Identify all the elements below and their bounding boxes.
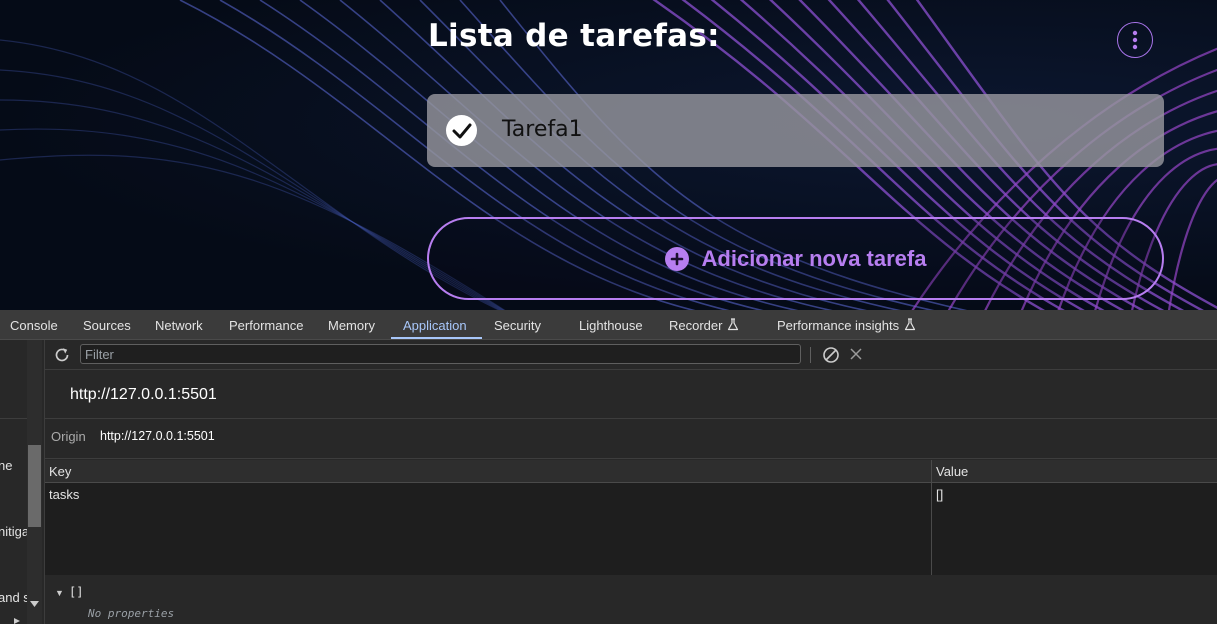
column-header-key[interactable]: Key — [49, 464, 71, 479]
tab-lighthouse[interactable]: Lighthouse — [579, 310, 643, 340]
tab-memory[interactable]: Memory — [328, 310, 375, 340]
menu-button[interactable] — [1117, 22, 1153, 58]
tab-recorder[interactable]: Recorder — [669, 310, 739, 340]
add-task-label: Adicionar nova tarefa — [701, 245, 927, 271]
storage-toolbar — [45, 340, 1217, 370]
cell-key[interactable]: tasks — [49, 487, 79, 502]
column-divider[interactable] — [931, 460, 932, 575]
value-preview: ▼ [] No properties — [45, 575, 1217, 624]
flask-icon — [728, 318, 739, 331]
tab-console[interactable]: Console — [10, 310, 58, 340]
storage-viewer: http://127.0.0.1:5501 Origin http://127.… — [45, 340, 1217, 624]
tab-performance[interactable]: Performance — [229, 310, 303, 340]
tab-recorder-label: Recorder — [669, 318, 723, 333]
sidebar-item-fragment[interactable]: ne — [0, 458, 12, 473]
todo-page: Lista de tarefas: Tarefa1 Adicionar nova… — [0, 0, 1217, 310]
tab-security[interactable]: Security — [494, 310, 541, 340]
check-icon — [452, 123, 471, 138]
refresh-icon[interactable] — [53, 346, 71, 364]
clear-all-icon[interactable] — [822, 346, 840, 364]
tab-sources[interactable]: Sources — [83, 310, 131, 340]
task-checkbox[interactable] — [446, 115, 477, 146]
expand-triangle-icon[interactable]: ▼ — [55, 588, 64, 598]
origin-label: Origin — [51, 429, 86, 444]
tab-performance-insights[interactable]: Performance insights — [777, 310, 916, 340]
active-tab-indicator — [391, 337, 482, 339]
page-title: Lista de tarefas: — [428, 18, 720, 54]
column-header-value[interactable]: Value — [936, 464, 968, 479]
sidebar-scrollbar-thumb[interactable] — [28, 445, 41, 527]
devtools-panel: Console Sources Network Performance Memo… — [0, 310, 1217, 624]
devtools-tab-bar: Console Sources Network Performance Memo… — [0, 310, 1217, 340]
scroll-down-arrow-icon[interactable] — [30, 601, 39, 607]
preview-root-value: [] — [69, 585, 84, 599]
table-header: Key Value — [45, 460, 1217, 483]
sidebar-divider — [0, 418, 27, 419]
sidebar-item-fragment[interactable]: nitiga — [0, 524, 29, 539]
toolbar-separator — [810, 347, 811, 363]
wave-line — [1168, 178, 1217, 310]
scroll-right-arrow-icon[interactable] — [14, 618, 20, 624]
origin-heading: http://127.0.0.1:5501 — [70, 386, 217, 403]
flask-icon — [905, 318, 916, 331]
task-label: Tarefa1 — [502, 117, 583, 142]
application-sidebar: ne nitiga and s — [0, 340, 45, 624]
tab-network[interactable]: Network — [155, 310, 203, 340]
filter-input[interactable] — [80, 344, 801, 364]
local-storage-table: Key Value tasks [] — [45, 460, 1217, 576]
tab-application[interactable]: Application — [403, 310, 467, 340]
origin-value: http://127.0.0.1:5501 — [100, 429, 215, 443]
tab-performance-insights-label: Performance insights — [777, 318, 900, 333]
preview-empty-text: No properties — [88, 607, 175, 620]
delete-selected-icon[interactable] — [850, 348, 862, 360]
add-task-button[interactable]: Adicionar nova tarefa — [427, 217, 1164, 300]
more-vertical-icon — [1132, 30, 1138, 50]
plus-circle-icon — [664, 246, 689, 271]
sidebar-item-fragment[interactable]: and s — [0, 590, 30, 605]
cell-value[interactable]: [] — [936, 487, 943, 502]
origin-row: Origin http://127.0.0.1:5501 — [45, 418, 1217, 459]
task-item[interactable]: Tarefa1 — [427, 94, 1164, 167]
